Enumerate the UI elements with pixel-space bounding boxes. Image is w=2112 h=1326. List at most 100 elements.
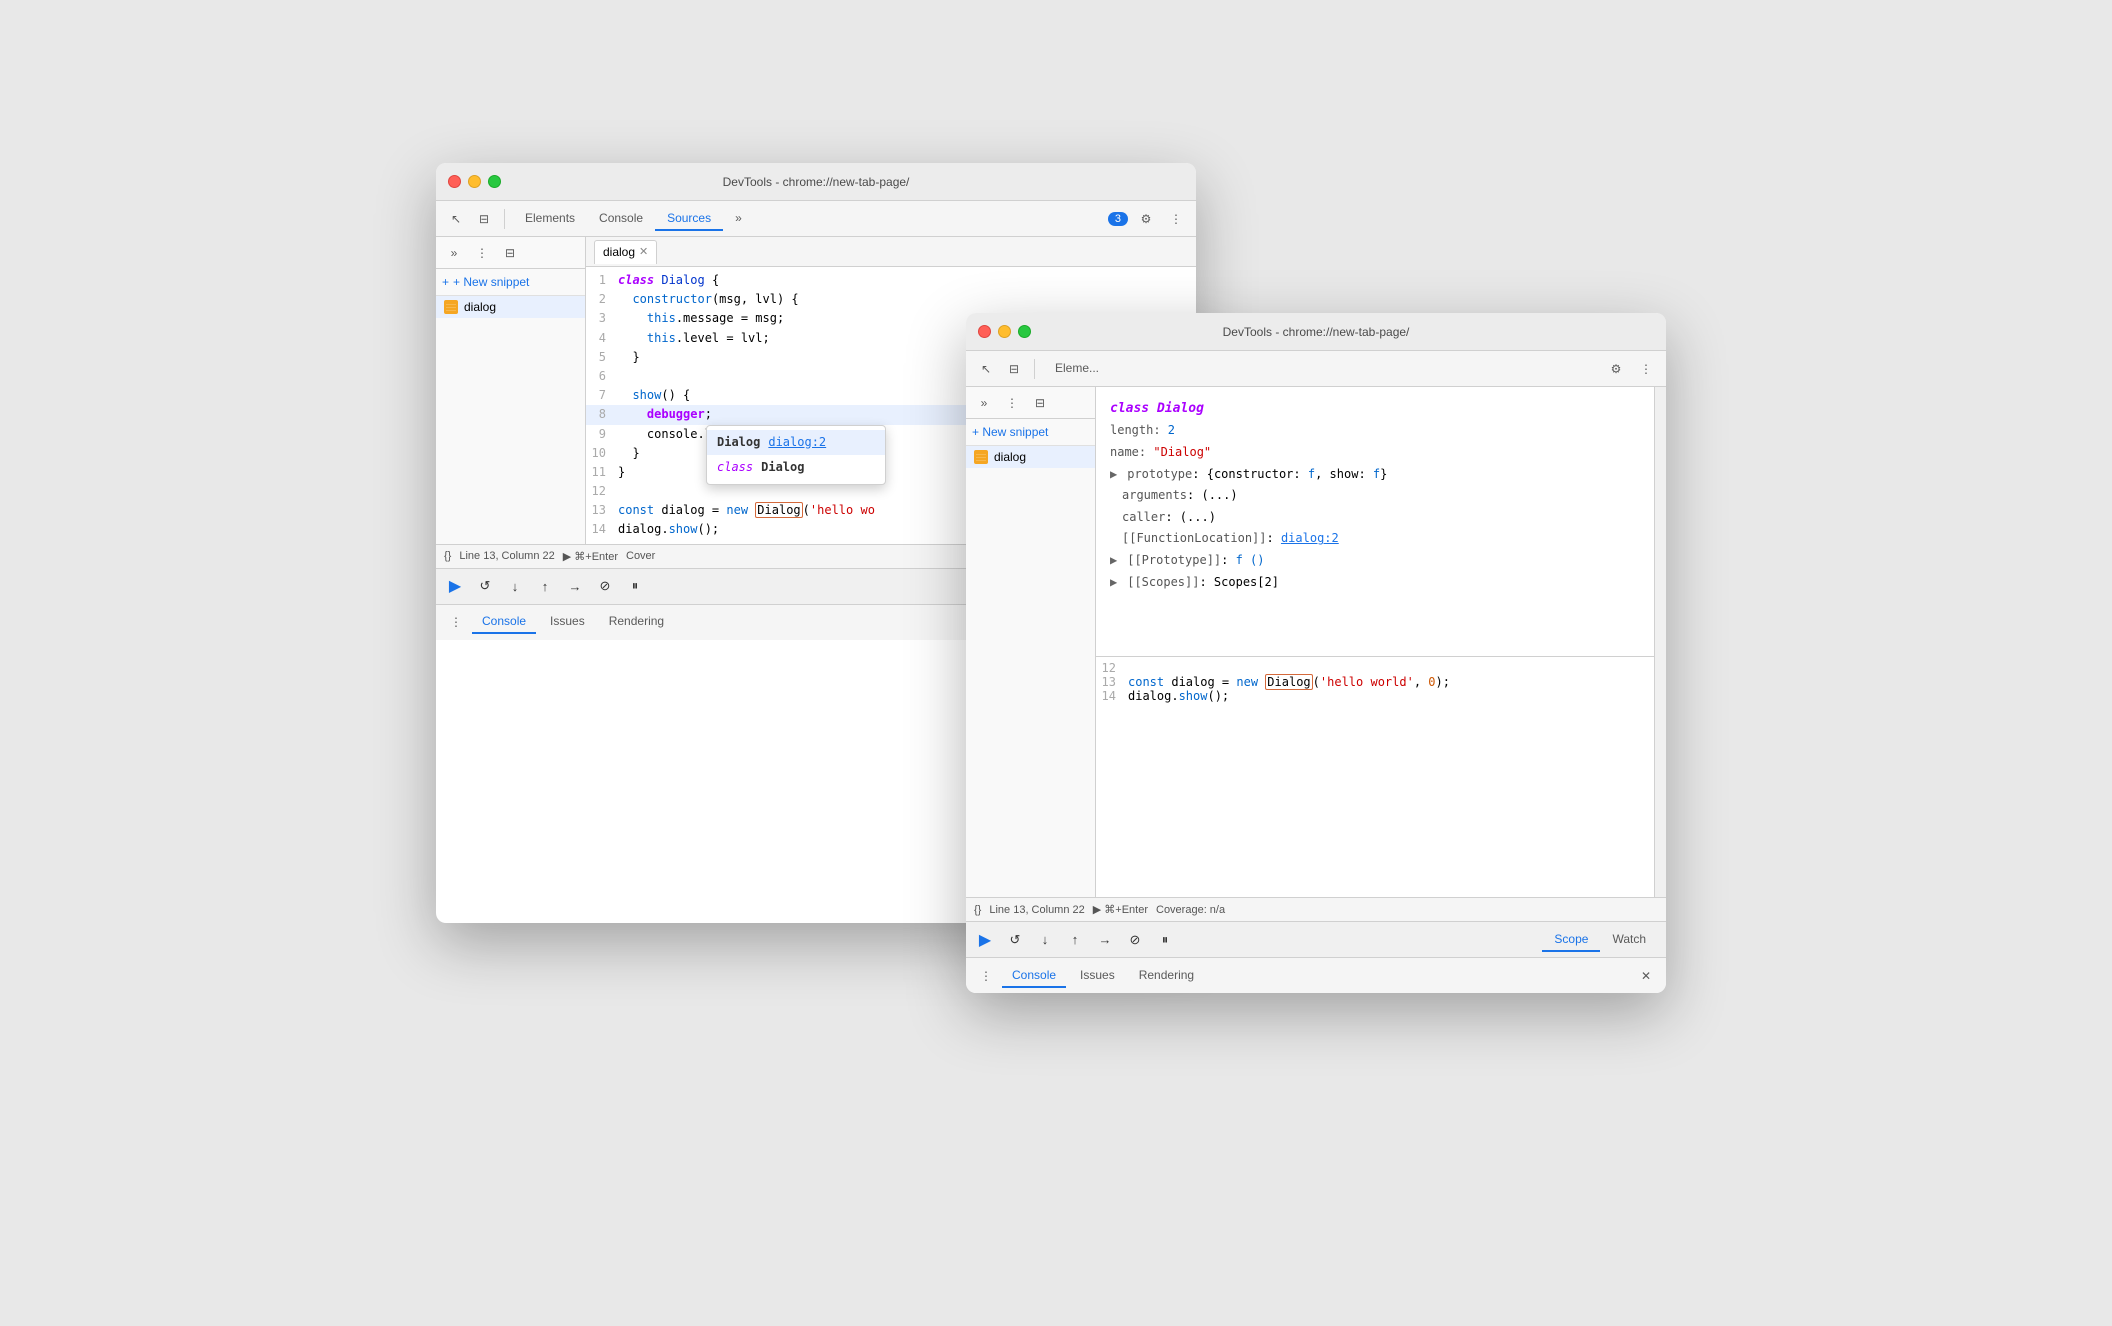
tab-more-back[interactable]: »	[723, 207, 754, 231]
sidebar-item-dialog-front[interactable]: dialog	[966, 446, 1095, 468]
maximize-button-front[interactable]	[1018, 325, 1031, 338]
layers-icon-front[interactable]: ⊟	[1002, 357, 1026, 381]
step-out-button-back[interactable]: ↑	[534, 575, 556, 597]
watch-tab-front[interactable]: Watch	[1600, 928, 1658, 952]
new-snippet-button-front[interactable]: + New snippet	[966, 419, 1095, 446]
maximize-button-back[interactable]	[488, 175, 501, 188]
close-button-front[interactable]	[978, 325, 991, 338]
expand-sidebar-icon[interactable]: »	[442, 241, 466, 265]
layers-icon[interactable]: ⊟	[472, 207, 496, 231]
step-button-front[interactable]: →	[1094, 929, 1116, 951]
console-tab-front[interactable]: Console	[1002, 964, 1066, 988]
settings-icon-back[interactable]: ⚙	[1134, 207, 1158, 231]
scope-tab-front[interactable]: Scope	[1542, 928, 1600, 952]
scrollbar-front[interactable]	[1654, 387, 1666, 897]
expand-sidebar-icon-front[interactable]: »	[972, 391, 996, 415]
cursor-icon-front[interactable]: ↖	[974, 357, 998, 381]
title-bar-front: DevTools - chrome://new-tab-page/	[966, 313, 1666, 351]
debug-tabs-front: Scope Watch	[1542, 928, 1658, 952]
scope-prototype: ▶ prototype: {constructor: f, show: f}	[1110, 464, 1640, 486]
step-out-button-front[interactable]: ↑	[1064, 929, 1086, 951]
minimize-button-front[interactable]	[998, 325, 1011, 338]
scope-scopes: ▶ [[Scopes]]: Scopes[2]	[1110, 572, 1640, 594]
sidebar-back: » ⋮ ⊟ + + New snippet dialog	[436, 237, 586, 544]
traffic-lights-front	[978, 325, 1031, 338]
scope-title: class Dialog	[1110, 397, 1640, 420]
scope-panel-front: class Dialog length: 2 name: "Dialog" ▶ …	[1096, 387, 1654, 657]
toolbar-separator	[504, 209, 505, 229]
sidebar-file-icon-front[interactable]: ⊟	[1028, 391, 1052, 415]
main-toolbar-front: ↖ ⊟ Eleme... ⚙ ⋮	[966, 351, 1666, 387]
close-bottom-icon-front[interactable]: ✕	[1634, 964, 1658, 988]
sidebar-front: » ⋮ ⊟ + New snippet dialog	[966, 387, 1096, 897]
sources-layout-front: » ⋮ ⊟ + New snippet dialog class Dialog …	[966, 387, 1666, 897]
file-icon-back	[444, 300, 458, 314]
autocomplete-item-2[interactable]: class Dialog	[707, 455, 885, 480]
scope-arguments: arguments: (...)	[1110, 485, 1640, 507]
close-tab-icon-back[interactable]: ✕	[639, 247, 648, 258]
step-over-button-back[interactable]: ↺	[474, 575, 496, 597]
debug-toolbar-front: ▶ ↺ ↓ ↑ → ⊘ ⏸ Scope Watch	[966, 921, 1666, 957]
tab-elements-front[interactable]: Eleme...	[1043, 357, 1111, 381]
devtools-window-front: DevTools - chrome://new-tab-page/ ↖ ⊟ El…	[966, 313, 1666, 993]
main-toolbar-back: ↖ ⊟ Elements Console Sources » 3 ⚙ ⋮	[436, 201, 1196, 237]
minimize-button-back[interactable]	[468, 175, 481, 188]
play-button-front[interactable]: ▶	[974, 929, 996, 951]
pause-button-back[interactable]: ⏸	[624, 575, 646, 597]
autocomplete-item-1[interactable]: Dialog dialog:2	[707, 430, 885, 455]
tab-sources-back[interactable]: Sources	[655, 207, 723, 231]
scope-caller: caller: (...)	[1110, 507, 1640, 529]
status-bar-front: {} Line 13, Column 22 ▶ ⌘+Enter Coverage…	[966, 897, 1666, 921]
play-button-back[interactable]: ▶	[444, 575, 466, 597]
front-code-line-13: 13 const dialog = new Dialog('hello worl…	[1096, 675, 1654, 689]
cursor-icon[interactable]: ↖	[444, 207, 468, 231]
nav-tabs-front: Eleme...	[1043, 357, 1111, 381]
more-icon-front[interactable]: ⋮	[1634, 357, 1658, 381]
sidebar-file-icon[interactable]: ⊟	[498, 241, 522, 265]
toolbar-right-back: 3 ⚙ ⋮	[1108, 207, 1188, 231]
step-button-back[interactable]: →	[564, 575, 586, 597]
file-icon-front	[974, 450, 988, 464]
sidebar-more-icon-front[interactable]: ⋮	[1000, 391, 1024, 415]
front-code-line-14: 14 dialog.show();	[1096, 689, 1654, 703]
toolbar-right-front: ⚙ ⋮	[1604, 357, 1658, 381]
scope-length: length: 2	[1110, 420, 1640, 442]
bottom-more-icon-back[interactable]: ⋮	[444, 610, 468, 634]
deactivate-button-back[interactable]: ⊘	[594, 575, 616, 597]
step-over-button-front[interactable]: ↺	[1004, 929, 1026, 951]
issues-tab-back[interactable]: Issues	[540, 610, 595, 634]
bottom-more-icon-front[interactable]: ⋮	[974, 964, 998, 988]
more-icon-back[interactable]: ⋮	[1164, 207, 1188, 231]
rendering-tab-back[interactable]: Rendering	[599, 610, 674, 634]
pause-button-front[interactable]: ⏸	[1154, 929, 1176, 951]
sidebar-header-front: » ⋮ ⊟	[966, 387, 1095, 419]
run-button-back[interactable]: ▶ ⌘+Enter	[563, 550, 618, 563]
sidebar-item-dialog-back[interactable]: dialog	[436, 296, 585, 318]
deactivate-button-front[interactable]: ⊘	[1124, 929, 1146, 951]
window-title-back: DevTools - chrome://new-tab-page/	[723, 175, 910, 189]
braces-icon-back: {}	[444, 550, 451, 562]
tab-elements-back[interactable]: Elements	[513, 207, 587, 231]
scope-name: name: "Dialog"	[1110, 442, 1640, 464]
window-title-front: DevTools - chrome://new-tab-page/	[1223, 325, 1410, 339]
position-back: Line 13, Column 22	[459, 550, 554, 562]
scope-function-location: [[FunctionLocation]]: dialog:2	[1110, 528, 1640, 550]
coverage-front: Coverage: n/a	[1156, 904, 1225, 916]
step-into-button-back[interactable]: ↓	[504, 575, 526, 597]
rendering-tab-front[interactable]: Rendering	[1129, 964, 1204, 988]
run-button-front[interactable]: ▶ ⌘+Enter	[1093, 903, 1148, 916]
title-bar-back: DevTools - chrome://new-tab-page/	[436, 163, 1196, 201]
step-into-button-front[interactable]: ↓	[1034, 929, 1056, 951]
close-button-back[interactable]	[448, 175, 461, 188]
settings-icon-front[interactable]: ⚙	[1604, 357, 1628, 381]
braces-icon-front: {}	[974, 904, 981, 916]
issues-tab-front[interactable]: Issues	[1070, 964, 1125, 988]
console-tab-back[interactable]: Console	[472, 610, 536, 634]
tab-console-back[interactable]: Console	[587, 207, 655, 231]
new-snippet-button-back[interactable]: + + New snippet	[436, 269, 585, 296]
code-tab-bar-back: dialog ✕	[586, 237, 1196, 267]
toolbar-sep-front	[1034, 359, 1035, 379]
notification-badge-back: 3	[1108, 212, 1128, 226]
code-tab-dialog-back[interactable]: dialog ✕	[594, 240, 657, 264]
sidebar-more-icon[interactable]: ⋮	[470, 241, 494, 265]
